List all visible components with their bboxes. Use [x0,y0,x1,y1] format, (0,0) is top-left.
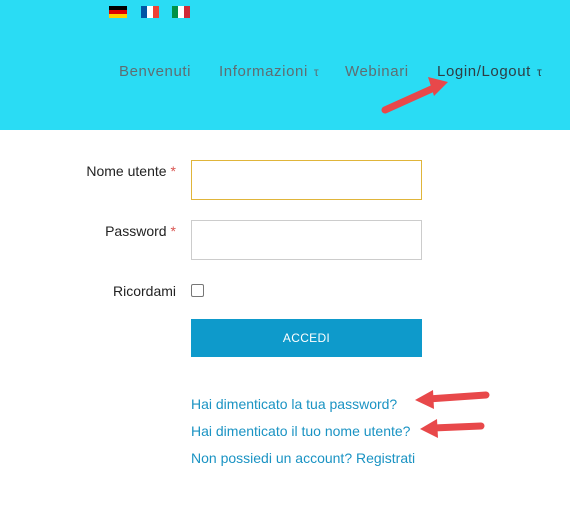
forgot-username-link[interactable]: Hai dimenticato il tuo nome utente? [191,423,410,439]
nav-item-benvenuti[interactable]: Benvenuti [119,63,191,80]
site-header: Benvenuti Informazioni τ Webinari Login/L… [0,0,570,130]
register-link[interactable]: Non possiedi un account? Registrati [191,450,415,466]
password-label: Password * [105,223,176,239]
login-button[interactable]: ACCEDI [191,319,422,357]
remember-me-checkbox[interactable] [191,284,204,297]
forgot-password-link[interactable]: Hai dimenticato la tua password? [191,396,397,412]
nav-item-webinari[interactable]: Webinari [345,63,409,80]
nav-item-login-logout[interactable]: Login/Logout τ [437,63,542,80]
nav-item-label: Webinari [345,63,409,80]
german-flag-icon[interactable] [109,6,127,18]
username-label: Nome utente * [86,163,176,179]
required-asterisk: * [170,163,176,179]
nav-item-label: Informazioni [219,63,308,80]
nav-item-informazioni[interactable]: Informazioni τ [219,63,319,80]
remember-me-label: Ricordami [112,283,176,299]
nav-item-label: Login/Logout [437,63,531,80]
french-flag-icon[interactable] [141,6,159,18]
nav-item-label: Benvenuti [119,63,192,80]
required-asterisk: * [170,223,176,239]
annotation-arrow-username [420,419,485,438]
dropdown-caret-icon: τ [536,65,543,79]
username-input[interactable] [191,160,422,200]
dropdown-caret-icon: τ [313,65,320,79]
password-input[interactable] [191,220,422,260]
italian-flag-icon[interactable] [172,6,190,18]
annotation-arrow-password [415,390,490,409]
